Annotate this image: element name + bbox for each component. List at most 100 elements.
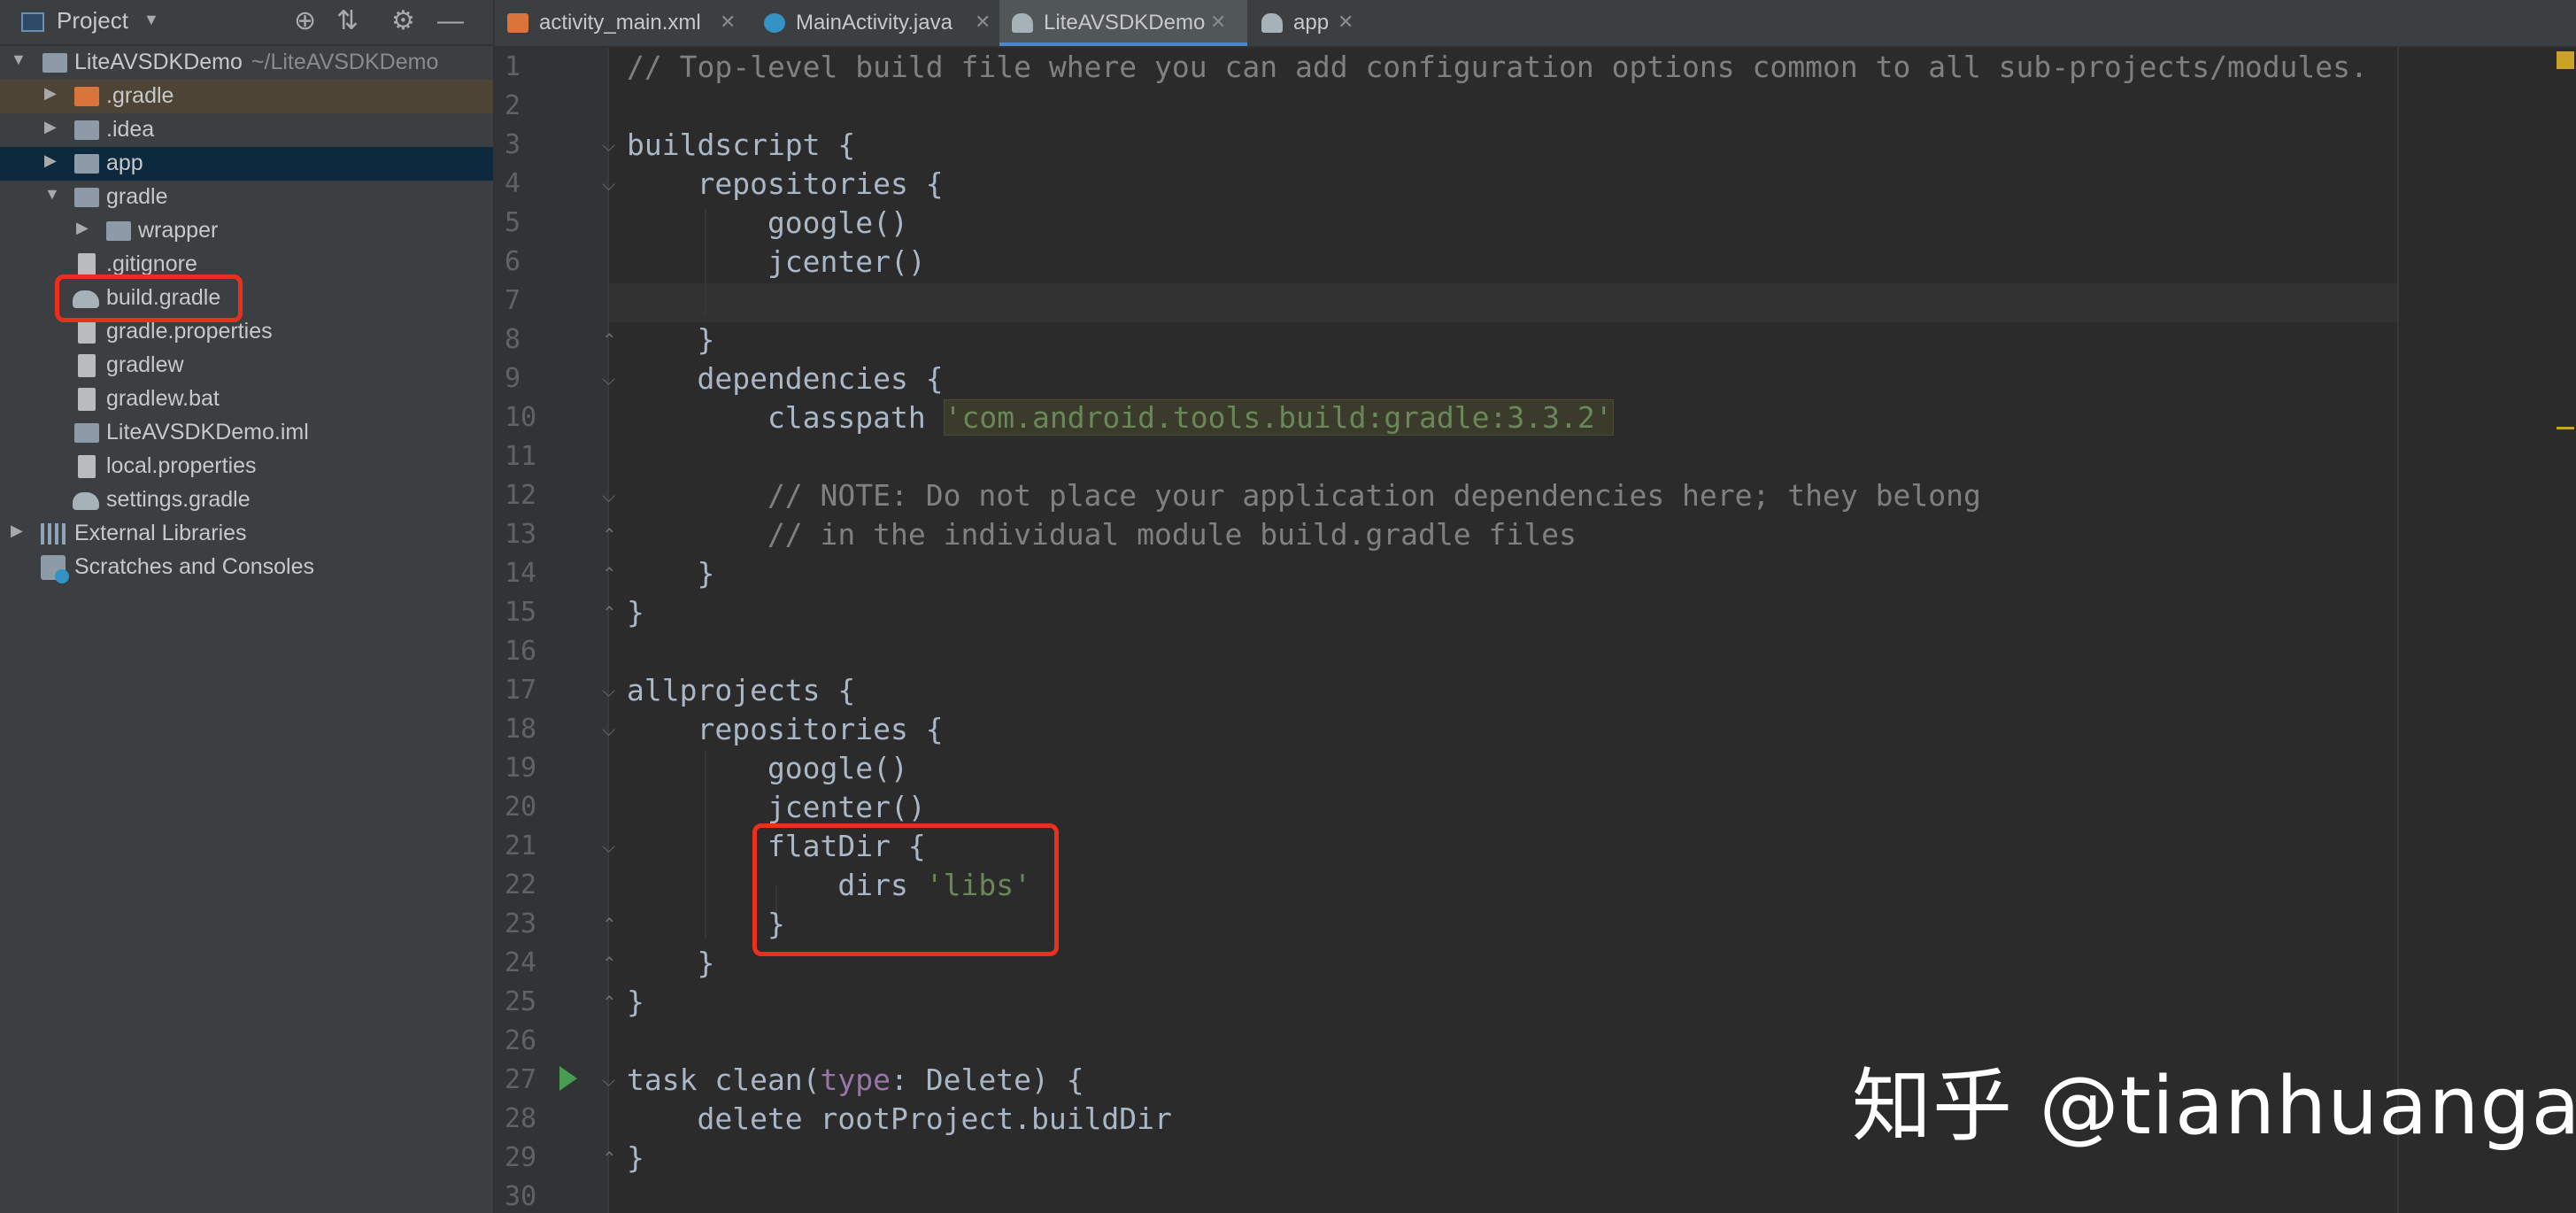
tab-label: activity_main.xml [539,11,701,35]
tree-item-dot-gradle[interactable]: ▶ .gradle [0,80,493,113]
tree-item-label: LiteAVSDKDemo.iml [106,420,309,444]
code-line-29: } [627,1140,644,1175]
tab-mainactivity-java[interactable]: MainActivity.java [752,0,987,46]
run-gutter-icon[interactable] [559,1066,577,1091]
line-number: 12 [505,480,537,511]
fold-marker-icon[interactable]: ⌵ [602,1071,618,1091]
tree-item-idea[interactable]: ▶ .idea [0,113,493,147]
gradle-icon [73,492,99,510]
module-folder-icon [74,154,99,174]
fold-marker-icon[interactable]: ⌃ [602,526,618,545]
tab-label: app [1293,11,1330,35]
chevron-down-icon[interactable]: ▼ [44,185,60,204]
line-number: 25 [505,986,537,1017]
tree-item-wrapper[interactable]: ▶ wrapper [0,214,493,248]
line-number: 20 [505,792,537,823]
gear-icon[interactable]: ⚙ [391,5,415,37]
tree-item-gradlew-bat[interactable]: gradlew.bat [0,382,493,416]
line-number: 27 [505,1064,537,1095]
right-margin-guide [2397,48,2399,1213]
tab-liteavsdkdemo[interactable]: LiteAVSDKDemo ✕ [999,0,1247,46]
project-folder-icon [42,53,67,73]
project-panel: Project ▼ ⊕ ⇅ ⚙ — ▼ LiteAVSDKDemo ~/LiteA… [0,0,495,1213]
line-number: 26 [505,1025,537,1056]
inspection-status-icon[interactable] [2557,51,2574,69]
fold-marker-icon[interactable]: ⌵ [602,721,618,740]
line-number: 5 [505,207,521,238]
tree-item-gradlew[interactable]: gradlew [0,349,493,382]
scrollbar-marker[interactable] [2557,427,2574,429]
close-icon[interactable]: ✕ [1210,11,1226,34]
fold-marker-icon[interactable]: ⌵ [602,136,618,156]
line-number: 14 [505,558,537,589]
tab-app[interactable]: app ✕ [1249,0,1364,46]
line-number: 29 [505,1142,537,1173]
watermark: 知乎 @tianhuanga [1852,1060,2576,1153]
chevron-right-icon[interactable]: ▶ [44,84,57,103]
code-line-19: google() [627,751,908,785]
close-icon[interactable]: ✕ [1338,11,1354,34]
folder-icon [74,188,99,207]
xml-file-icon [507,13,528,33]
fold-marker-icon[interactable]: ⌵ [602,370,618,390]
tree-item-iml[interactable]: LiteAVSDKDemo.iml [0,416,493,450]
fold-marker-icon[interactable]: ⌃ [602,1149,618,1169]
tab-label: MainActivity.java [796,11,953,35]
tree-item-local-properties[interactable]: local.properties [0,450,493,483]
locate-target-icon[interactable]: ⊕ [294,5,316,37]
chevron-right-icon[interactable]: ▶ [76,219,89,237]
collapse-all-icon[interactable]: ⇅ [336,5,359,37]
tree-item-gradle[interactable]: ▼ gradle [0,181,493,214]
fold-marker-icon[interactable]: ⌵ [602,175,618,195]
line-number: 3 [505,129,521,160]
hide-panel-icon[interactable]: — [437,5,464,37]
code-line-24: } [627,946,715,980]
close-icon[interactable]: ✕ [975,11,991,34]
named-param: type [820,1062,891,1097]
code-line-17: allprojects { [627,673,856,707]
project-view-title[interactable]: Project [57,7,128,35]
line-number: 10 [505,402,537,433]
line-number: 19 [505,753,537,784]
tree-item-label: app [106,151,143,175]
gradle-icon [1261,13,1283,33]
chevron-right-icon[interactable]: ▶ [11,522,23,540]
fold-marker-icon[interactable]: ⌵ [602,487,618,506]
code-line-12: // NOTE: Do not place your application d… [627,478,1981,513]
tree-item-scratches[interactable]: Scratches and Consoles [0,551,493,584]
fold-marker-icon[interactable]: ⌃ [602,916,618,935]
tab-label: LiteAVSDKDemo [1044,11,1206,35]
tree-item-external-libraries[interactable]: ▶ External Libraries [0,517,493,551]
line-number: 17 [505,675,537,706]
close-icon[interactable]: ✕ [720,11,736,34]
fold-marker-icon[interactable]: ⌃ [602,331,618,351]
tree-item-label: gradle [106,184,168,209]
line-number: 23 [505,908,537,939]
java-class-icon [764,13,785,33]
fold-marker-icon[interactable]: ⌵ [602,838,618,857]
tree-item-app[interactable]: ▶ app [0,147,493,181]
project-view-icon [21,12,44,32]
folder-icon [74,120,99,140]
line-number: 21 [505,831,537,861]
line-number: 24 [505,947,537,978]
tab-activity-main-xml[interactable]: activity_main.xml ✕ [495,0,748,46]
line-number: 18 [505,714,537,745]
chevron-down-icon[interactable]: ▼ [11,50,27,69]
tree-item-settings-gradle[interactable]: settings.gradle [0,483,493,517]
chevron-right-icon[interactable]: ▶ [44,118,57,136]
fold-marker-icon[interactable]: ⌃ [602,993,618,1013]
tree-item-path: ~/LiteAVSDKDemo [251,50,439,74]
chevron-right-icon[interactable]: ▶ [44,151,57,170]
fold-marker-icon[interactable]: ⌵ [602,682,618,701]
line-number: 28 [505,1103,537,1134]
tree-item-root[interactable]: ▼ LiteAVSDKDemo ~/LiteAVSDKDemo [0,46,493,80]
chevron-down-icon[interactable]: ▼ [143,11,159,29]
fold-marker-icon[interactable]: ⌃ [602,604,618,623]
fold-marker-icon[interactable]: ⌃ [602,565,618,584]
editor-tab-bar: activity_main.xml ✕ MainActivity.java Li… [495,0,2576,48]
text-file-icon [78,253,96,276]
text-file-icon [78,354,96,377]
fold-marker-icon[interactable]: ⌃ [602,954,618,974]
tree-item-label: settings.gradle [106,487,251,512]
